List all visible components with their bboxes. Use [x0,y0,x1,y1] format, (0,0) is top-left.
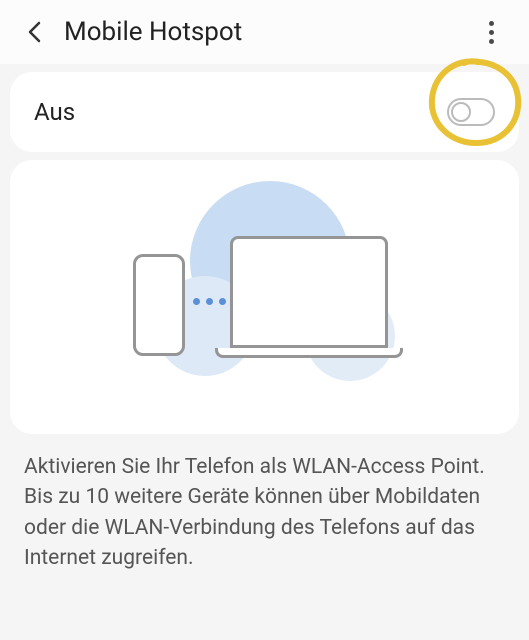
header-bar: Mobile Hotspot [0,0,529,64]
illustration-card [10,160,519,434]
hotspot-toggle-row[interactable]: Aus [10,72,519,152]
chevron-left-icon [27,21,41,43]
toggle-thumb [451,102,471,122]
more-options-button[interactable] [473,14,509,50]
page-title: Mobile Hotspot [64,17,473,47]
hotspot-toggle-switch[interactable] [447,98,495,126]
hotspot-illustration [105,196,425,396]
description-text: Aktivieren Sie Ihr Telefon als WLAN-Acce… [0,434,529,592]
back-button[interactable] [16,14,52,50]
toggle-state-label: Aus [34,98,447,126]
more-vertical-icon [489,21,494,44]
laptop-icon [230,236,403,358]
phone-icon [133,254,185,356]
connection-dots-icon [193,298,226,305]
